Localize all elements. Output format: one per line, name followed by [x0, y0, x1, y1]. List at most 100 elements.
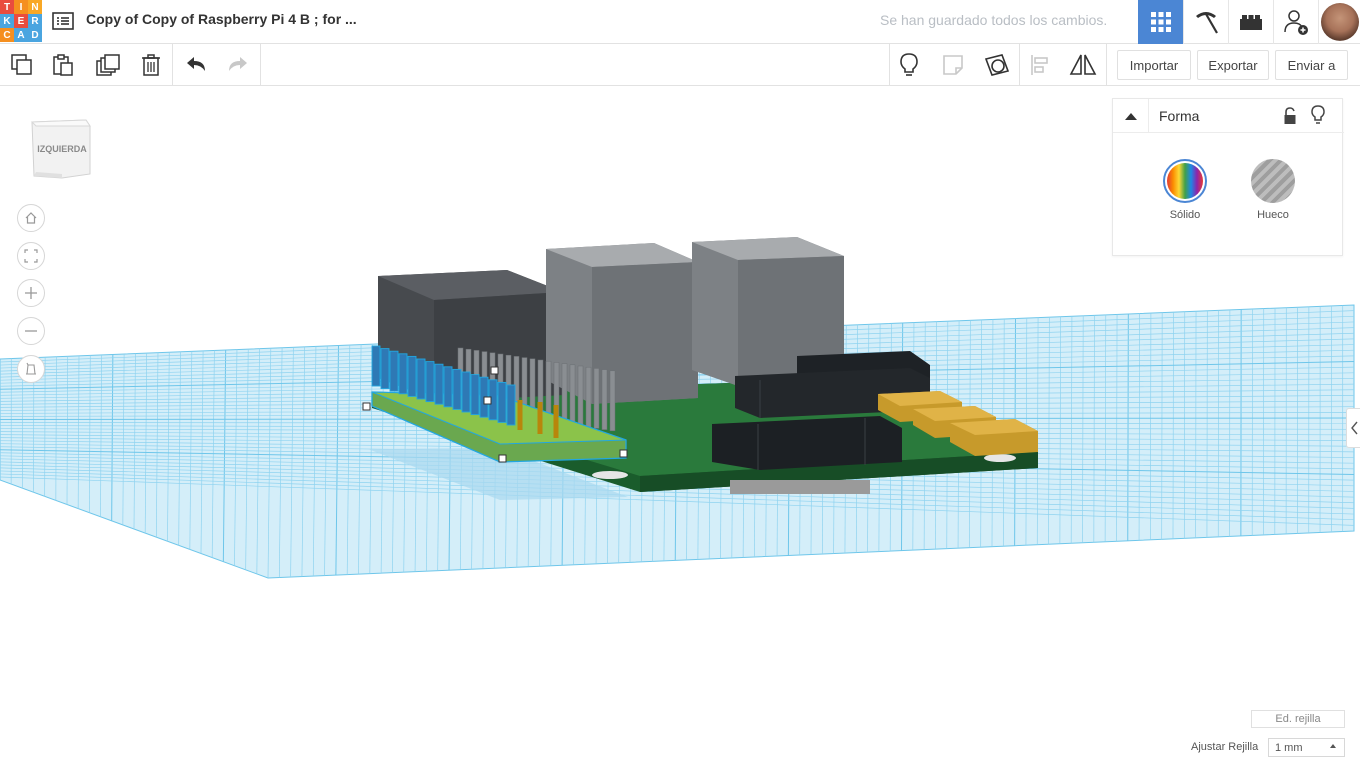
header-pin — [506, 384, 516, 426]
toolbar-divider — [260, 44, 261, 86]
zoom-in-icon — [25, 287, 37, 299]
gpio-pin — [585, 366, 592, 428]
fit-view-button[interactable] — [17, 242, 45, 270]
export-button[interactable]: Exportar — [1197, 50, 1269, 80]
header-pin — [425, 361, 435, 403]
solid-label: Sólido — [1169, 209, 1201, 221]
edit-grid-button[interactable]: Ed. rejilla — [1251, 710, 1345, 728]
toolbar-divider — [1106, 44, 1107, 86]
header-pin — [416, 358, 426, 400]
invite-user-button[interactable] — [1273, 0, 1318, 44]
user-avatar[interactable] — [1318, 0, 1360, 44]
tinkercad-logo[interactable]: TINKERCAD — [0, 0, 42, 42]
design-title[interactable]: Copy of Copy of Raspberry Pi 4 B ; for .… — [86, 11, 357, 27]
header-pin — [434, 363, 444, 405]
header-pin — [497, 381, 507, 423]
gpio-pin — [577, 365, 584, 427]
header-pin — [443, 366, 453, 408]
design-menu-button[interactable] — [50, 8, 76, 34]
workplane-button[interactable] — [981, 50, 1013, 80]
workplane-icon — [984, 54, 1010, 76]
gpio-pin — [609, 370, 616, 432]
header-pin — [470, 374, 480, 416]
view-cube[interactable]: IZQUIERDA — [28, 116, 92, 180]
grid-view-icon — [1150, 12, 1171, 32]
zoom-out-button[interactable] — [17, 317, 45, 345]
panel-collapse-button[interactable] — [1113, 99, 1149, 133]
redo-button[interactable] — [222, 50, 254, 80]
redo-icon — [229, 57, 247, 71]
hole-swatch[interactable] — [1251, 159, 1295, 203]
bricks-view-button[interactable] — [1228, 0, 1273, 44]
header-pin — [371, 345, 381, 387]
add-user-icon — [1284, 10, 1308, 35]
align-button[interactable] — [1025, 50, 1057, 80]
mirror-button[interactable] — [1067, 50, 1099, 80]
toolbar-divider — [889, 44, 890, 86]
gpio-pin — [601, 369, 608, 430]
toolbar-divider — [172, 44, 173, 86]
connector-block-front[interactable] — [712, 416, 902, 470]
header-pin — [452, 368, 462, 410]
panel-header: Forma — [1113, 99, 1344, 133]
logo-letter: A — [14, 28, 28, 42]
send-to-button[interactable]: Enviar a — [1275, 50, 1348, 80]
note-icon — [943, 55, 963, 75]
chevron-left-icon — [1350, 421, 1358, 435]
trash-icon — [142, 54, 160, 76]
lock-button[interactable] — [1281, 106, 1299, 126]
blocks-view-button[interactable] — [1183, 0, 1228, 44]
snap-grid-label: Ajustar Rejilla — [1191, 741, 1259, 753]
perspective-button[interactable] — [17, 355, 45, 383]
header-pin — [398, 353, 408, 395]
snap-grid-value: 1 mm — [1275, 741, 1303, 754]
logo-letter: K — [0, 14, 14, 28]
rainbow-swatch-icon — [1167, 163, 1203, 199]
copy-button[interactable] — [6, 50, 38, 80]
bricks-icon — [1240, 15, 1262, 30]
usb-port-1[interactable] — [546, 243, 698, 404]
shapes-panel-toggle[interactable] — [1346, 408, 1360, 448]
header-pin — [389, 350, 399, 392]
show-all-button[interactable] — [893, 50, 925, 80]
bulb-icon — [900, 53, 918, 76]
gpio-pin — [561, 363, 568, 424]
solid-color-swatch[interactable] — [1163, 159, 1207, 203]
hole-label: Hueco — [1257, 209, 1289, 221]
caret-up-icon — [1124, 113, 1137, 120]
view-cube-label: IZQUIERDA — [37, 144, 87, 154]
import-button[interactable]: Importar — [1117, 50, 1191, 80]
pickaxe-icon — [1196, 12, 1218, 34]
gpio-pin — [593, 368, 600, 429]
avatar-image — [1320, 3, 1359, 41]
logo-letter: E — [14, 14, 28, 28]
edit-toolbar: Importar Exportar Enviar a — [0, 44, 1360, 86]
fit-icon — [24, 249, 38, 263]
logo-letter: I — [14, 0, 28, 14]
bulb-icon — [1311, 105, 1325, 124]
toolbar-divider — [1019, 44, 1020, 86]
gpio-pin — [569, 364, 576, 426]
grid-view-button[interactable] — [1138, 0, 1183, 44]
header-pin — [461, 371, 471, 413]
duplicate-button[interactable] — [92, 50, 124, 80]
zoom-in-button[interactable] — [17, 279, 45, 307]
unlock-icon — [1284, 107, 1296, 124]
panel-title: Forma — [1159, 108, 1200, 124]
shape-inspector-panel: Forma Sólido Hueco — [1112, 98, 1344, 256]
paste-button[interactable] — [47, 50, 79, 80]
undo-icon — [187, 57, 205, 71]
snap-grid-select[interactable]: 1 mm — [1268, 738, 1345, 757]
logo-letter: T — [0, 0, 14, 14]
perspective-icon — [26, 362, 36, 375]
hide-button[interactable] — [1309, 105, 1327, 125]
delete-button[interactable] — [135, 50, 167, 80]
mirror-icon — [1069, 54, 1097, 75]
home-view-button[interactable] — [17, 204, 45, 232]
home-icon — [25, 212, 37, 224]
undo-button[interactable] — [180, 50, 212, 80]
header-pin — [407, 355, 417, 397]
save-status: Se han guardado todos los cambios. — [880, 12, 1108, 28]
logo-letter: N — [28, 0, 42, 14]
notes-button[interactable] — [937, 50, 969, 80]
